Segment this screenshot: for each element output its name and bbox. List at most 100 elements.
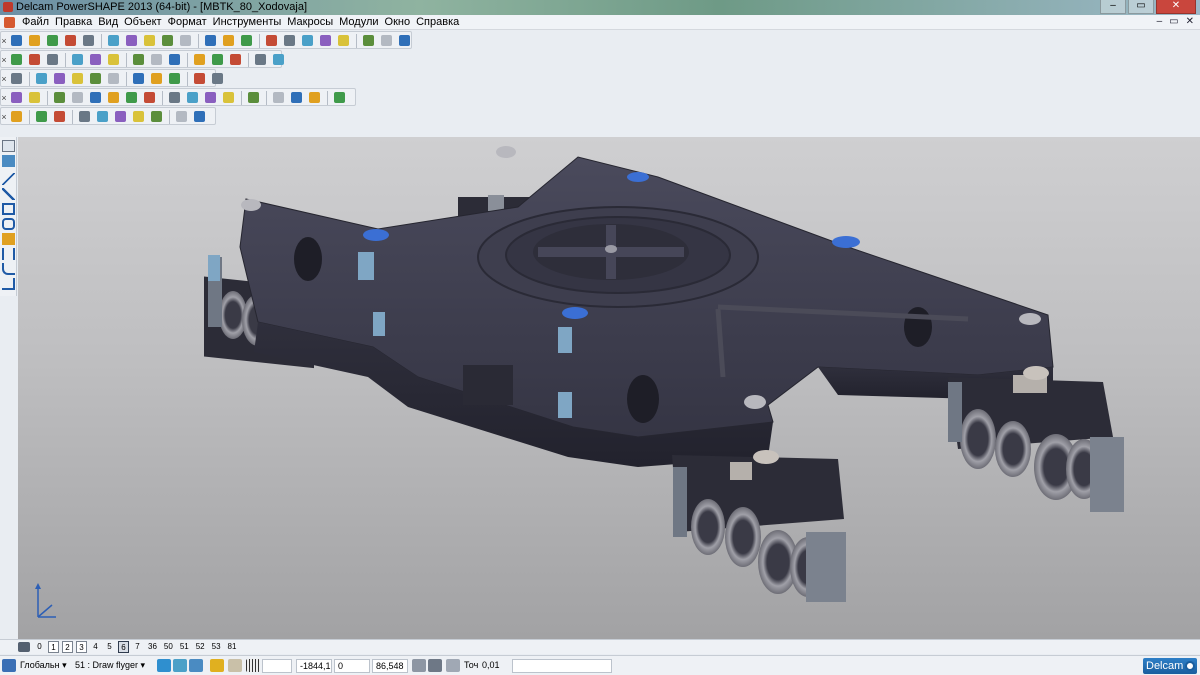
measure-icon[interactable] — [228, 659, 242, 672]
toolbar-button-icon[interactable] — [44, 33, 61, 49]
shape-tool-icon[interactable] — [2, 218, 15, 230]
level-button[interactable]: 3 — [76, 641, 87, 653]
menu-item[interactable]: Окно — [382, 16, 414, 29]
toolbar-button-icon[interactable] — [263, 33, 280, 49]
toolbar-button-icon[interactable] — [227, 52, 244, 68]
coord-y-field[interactable]: 0 — [334, 659, 370, 673]
smart-cursor-icon[interactable] — [173, 659, 187, 672]
toolbar-button-icon[interactable] — [130, 71, 147, 87]
mdi-close-button[interactable]: ✕ — [1186, 16, 1194, 27]
toolbar-button-icon[interactable] — [306, 90, 323, 106]
toolbar-button-icon[interactable] — [87, 90, 104, 106]
workplane-tool-icon[interactable] — [2, 155, 15, 167]
toolbar-button-icon[interactable] — [245, 90, 262, 106]
toolbar-button-icon[interactable] — [8, 90, 25, 106]
toolbar-button-icon[interactable] — [33, 71, 50, 87]
toolbar-button-icon[interactable] — [62, 33, 79, 49]
toolbar-button-icon[interactable] — [252, 52, 269, 68]
level-button[interactable]: 53 — [210, 641, 223, 653]
toolbar-close-icon[interactable]: × — [0, 33, 8, 48]
level-button[interactable]: 36 — [146, 641, 159, 653]
toolbar-button-icon[interactable] — [44, 52, 61, 68]
toolbar-close-icon[interactable]: × — [0, 52, 8, 67]
selection-filter-icon[interactable] — [157, 659, 171, 672]
toolbar-button-icon[interactable] — [8, 109, 25, 125]
toolbar-button-icon[interactable] — [209, 52, 226, 68]
coord-z-field[interactable]: 86,548 — [372, 659, 408, 673]
tolerance-field[interactable]: 0,01 — [479, 659, 507, 673]
toolbar-button-icon[interactable] — [112, 109, 129, 125]
toolbar-button-icon[interactable] — [378, 33, 395, 49]
toolbar-button-icon[interactable] — [299, 33, 316, 49]
menu-item[interactable]: Формат — [165, 16, 210, 29]
toolbar-button-icon[interactable] — [331, 90, 348, 106]
toolbar-button-icon[interactable] — [238, 33, 255, 49]
toolbar-button-icon[interactable] — [8, 71, 25, 87]
toolbar-button-icon[interactable] — [166, 52, 183, 68]
rectangle-tool-icon[interactable] — [2, 203, 15, 215]
toolbar-button-icon[interactable] — [130, 109, 147, 125]
level-button[interactable]: 5 — [104, 641, 115, 653]
level-button[interactable]: 4 — [90, 641, 101, 653]
toolbar-button-icon[interactable] — [209, 71, 226, 87]
toolbar-button-icon[interactable] — [105, 71, 122, 87]
dimension-tool-icon[interactable] — [2, 248, 15, 260]
toolbar-button-icon[interactable] — [69, 71, 86, 87]
mode-icon[interactable] — [210, 659, 224, 672]
command-field[interactable] — [512, 659, 612, 673]
toolbar-button-icon[interactable] — [87, 52, 104, 68]
select-tool-icon[interactable] — [2, 140, 15, 152]
toolbar-close-icon[interactable]: × — [0, 90, 8, 105]
level-button[interactable]: 2 — [62, 641, 73, 653]
levels-icon[interactable] — [18, 642, 30, 652]
toolbar-button-icon[interactable] — [288, 90, 305, 106]
level-button[interactable]: 50 — [162, 641, 175, 653]
toolbar-button-icon[interactable] — [26, 52, 43, 68]
toolbar-button-icon[interactable] — [80, 33, 97, 49]
toolbar-button-icon[interactable] — [51, 90, 68, 106]
toolbar-button-icon[interactable] — [191, 109, 208, 125]
toolbar-button-icon[interactable] — [191, 52, 208, 68]
line-tool-icon[interactable] — [2, 173, 15, 185]
toolbar-button-icon[interactable] — [123, 33, 140, 49]
workplane-select[interactable]: Глобальн ▾ — [20, 659, 67, 673]
toolbar-button-icon[interactable] — [184, 90, 201, 106]
toolbar-button-icon[interactable] — [105, 90, 122, 106]
maximize-button[interactable]: ▭ — [1128, 0, 1154, 14]
level-select[interactable]: 51 : Draw flyger ▾ — [75, 659, 145, 673]
menu-item[interactable]: Макросы — [284, 16, 336, 29]
menu-item[interactable]: Объект — [121, 16, 164, 29]
toolbar-button-icon[interactable] — [26, 33, 43, 49]
toolbar-button-icon[interactable] — [173, 109, 190, 125]
relative-coords-icon[interactable] — [428, 659, 442, 672]
mdi-restore-button[interactable]: ▭ — [1169, 16, 1178, 27]
toolbar-button-icon[interactable] — [69, 52, 86, 68]
minimize-button[interactable]: – — [1100, 0, 1126, 14]
toolbar-button-icon[interactable] — [202, 90, 219, 106]
toolbar-button-icon[interactable] — [220, 33, 237, 49]
calculator-icon[interactable] — [412, 659, 426, 672]
snap-icon[interactable] — [189, 659, 203, 672]
workplane-icon[interactable] — [2, 659, 16, 672]
close-button[interactable]: ✕ — [1156, 0, 1196, 14]
menu-item[interactable]: Справка — [413, 16, 462, 29]
menu-item[interactable]: Инструменты — [210, 16, 285, 29]
coord-x-field[interactable]: -1844,1 — [296, 659, 332, 673]
arc-tool-icon[interactable] — [2, 188, 15, 200]
annotation-tool-icon[interactable] — [2, 278, 15, 290]
toolbar-button-icon[interactable] — [130, 52, 147, 68]
level-button[interactable]: 52 — [194, 641, 207, 653]
toolbar-button-icon[interactable] — [69, 90, 86, 106]
toolbar-button-icon[interactable] — [26, 90, 43, 106]
level-button[interactable]: 0 — [34, 641, 45, 653]
toolbar-button-icon[interactable] — [148, 109, 165, 125]
toolbar-button-icon[interactable] — [8, 33, 25, 49]
level-button[interactable]: 7 — [132, 641, 143, 653]
toolbar-button-icon[interactable] — [33, 109, 50, 125]
grid-icon[interactable] — [246, 659, 260, 672]
toolbar-button-icon[interactable] — [141, 90, 158, 106]
toolbar-button-icon[interactable] — [317, 33, 334, 49]
toolbar-button-icon[interactable] — [51, 109, 68, 125]
toolbar-button-icon[interactable] — [270, 90, 287, 106]
toolbar-button-icon[interactable] — [270, 52, 287, 68]
